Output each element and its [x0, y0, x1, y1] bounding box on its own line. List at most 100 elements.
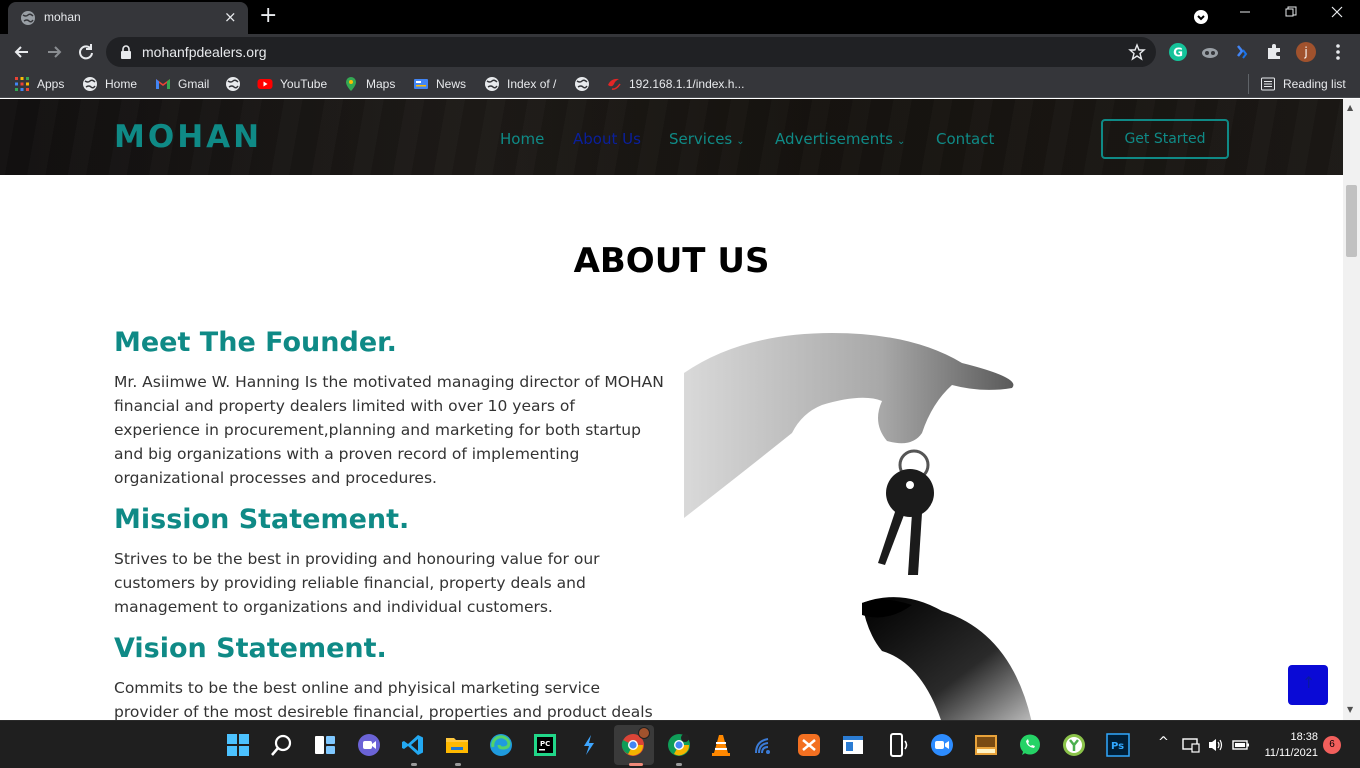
get-started-button[interactable]: Get Started	[1101, 119, 1229, 159]
back-to-top-button[interactable]: ↑	[1288, 665, 1328, 705]
whatsapp-icon[interactable]	[1018, 733, 1042, 757]
minimize-button[interactable]	[1230, 4, 1260, 28]
bookmark-apps[interactable]: Apps	[14, 76, 64, 92]
reload-icon[interactable]	[76, 42, 96, 62]
battery-icon[interactable]	[1232, 736, 1250, 754]
zoom-icon[interactable]	[930, 733, 954, 757]
window-app-icon[interactable]	[841, 733, 865, 757]
file-explorer-icon[interactable]	[445, 733, 469, 757]
minimize-icon	[1240, 11, 1250, 13]
nav-home[interactable]: Home	[500, 130, 544, 148]
bookmark-star-icon[interactable]	[1128, 43, 1146, 61]
edge-icon[interactable]	[489, 733, 513, 757]
chevron-down-icon: ⌄	[736, 136, 745, 147]
router-icon	[608, 78, 621, 90]
search-icon[interactable]	[270, 733, 294, 757]
typing-practice-icon[interactable]	[974, 733, 998, 757]
vscode-icon[interactable]	[401, 733, 425, 757]
bookmark-label: Home	[105, 77, 138, 91]
vlc-icon[interactable]	[709, 733, 733, 757]
profile-initial: j	[1304, 45, 1308, 59]
svg-text:PC: PC	[540, 740, 550, 748]
teams-chat-icon[interactable]	[357, 733, 381, 757]
back-arrow-icon[interactable]	[12, 42, 32, 62]
bookmark-label: Index of /	[507, 77, 557, 91]
bookmark-news[interactable]: News	[413, 76, 466, 92]
bookmark-maps[interactable]: Maps	[343, 76, 395, 92]
globe-icon	[485, 77, 499, 91]
clock-date: 11/11/2021	[1264, 747, 1318, 759]
app-orange-icon[interactable]	[797, 733, 821, 757]
phone-link-icon[interactable]	[886, 733, 910, 757]
globe-icon	[575, 77, 589, 91]
running-indicator	[411, 763, 417, 766]
vision-heading: Vision Statement.	[114, 633, 387, 664]
maps-pin-icon	[346, 77, 356, 91]
wifi-analyzer-icon[interactable]	[753, 733, 777, 757]
scroll-down-arrow-icon[interactable]: ▼	[1347, 705, 1353, 714]
nav-about-us[interactable]: About Us	[573, 130, 641, 148]
bookmark-label: YouTube	[280, 77, 328, 91]
scroll-up-arrow-icon[interactable]: ▲	[1347, 103, 1353, 112]
bookmark-router[interactable]: 192.168.1.1/index.h...	[606, 76, 744, 92]
windows-start-icon[interactable]	[226, 733, 250, 757]
restore-button[interactable]	[1276, 4, 1306, 28]
svg-text:Ps: Ps	[1111, 741, 1124, 752]
network-display-icon[interactable]	[1182, 736, 1200, 754]
browser-toolbar: mohanfpdealers.org G j	[0, 34, 1360, 70]
gmail-icon	[156, 79, 170, 89]
site-logo[interactable]: MOHAN	[114, 119, 262, 155]
lock-icon[interactable]	[120, 45, 132, 59]
tray-overflow-icon[interactable]: ^	[1158, 735, 1169, 750]
nav-services[interactable]: Services ⌄	[669, 130, 745, 148]
browser-tab[interactable]: mohan ×	[8, 2, 248, 34]
task-view-icon[interactable]	[313, 733, 337, 757]
page-scrollbar[interactable]: ▲ ▼	[1343, 99, 1360, 720]
bookmark-gmail[interactable]: Gmail	[155, 76, 209, 92]
vs-dev-tool-icon[interactable]	[577, 733, 601, 757]
bookmark-index[interactable]: Index of /	[484, 76, 556, 92]
scrollbar-thumb[interactable]	[1346, 185, 1357, 257]
site-header: MOHAN Home About Us Services ⌄ Advertisem…	[0, 99, 1343, 175]
bookmark-globe-2[interactable]	[574, 76, 597, 92]
extension-arrows-icon[interactable]	[1232, 42, 1252, 62]
chrome-profile-icon[interactable]	[667, 733, 691, 757]
green-app-icon[interactable]	[1062, 733, 1086, 757]
bookmark-youtube[interactable]: YouTube	[257, 76, 327, 92]
browser-tab-strip: mohan × +	[0, 0, 1360, 34]
founder-paragraph: Mr. Asiimwe W. Hanning Is the motivated …	[114, 373, 664, 487]
globe-icon	[21, 11, 35, 25]
bookmark-label: 192.168.1.1/index.h...	[629, 77, 745, 91]
notification-badge[interactable]: 6	[1323, 736, 1341, 754]
mission-heading: Mission Statement.	[114, 504, 410, 535]
new-tab-button[interactable]: +	[259, 4, 277, 28]
reading-list-button[interactable]: Reading list	[1260, 76, 1346, 92]
active-indicator	[629, 763, 643, 766]
extension-cloud-icon[interactable]	[1200, 42, 1220, 62]
bookmark-globe[interactable]	[225, 76, 248, 92]
svg-text:G: G	[1173, 46, 1183, 60]
page-viewport: MOHAN Home About Us Services ⌄ Advertisem…	[0, 99, 1343, 720]
forward-arrow-icon[interactable]	[44, 42, 64, 62]
tab-search-icon[interactable]	[1193, 9, 1209, 25]
profile-avatar[interactable]: j	[1296, 42, 1316, 62]
grammarly-icon[interactable]: G	[1168, 42, 1188, 62]
chrome-profile-badge	[638, 727, 650, 739]
running-indicator	[455, 763, 461, 766]
reading-list-label: Reading list	[1283, 77, 1346, 91]
close-window-button[interactable]	[1322, 4, 1352, 28]
nav-advertisements[interactable]: Advertisements ⌄	[775, 130, 905, 148]
close-tab-icon[interactable]: ×	[224, 9, 237, 25]
extensions-puzzle-icon[interactable]	[1264, 42, 1284, 62]
bookmark-label: Maps	[366, 77, 396, 91]
pycharm-icon[interactable]: PC	[533, 733, 557, 757]
nav-contact[interactable]: Contact	[936, 130, 994, 148]
kebab-menu-icon[interactable]	[1328, 42, 1348, 62]
volume-icon[interactable]	[1207, 736, 1225, 754]
photoshop-icon[interactable]: Ps	[1106, 733, 1130, 757]
system-clock[interactable]: 18:38 11/11/2021	[1262, 729, 1318, 761]
url-text[interactable]: mohanfpdealers.org	[142, 44, 267, 60]
address-bar[interactable]: mohanfpdealers.org	[106, 37, 1156, 67]
bookmark-home[interactable]: Home	[82, 76, 137, 92]
restore-icon	[1285, 6, 1297, 17]
